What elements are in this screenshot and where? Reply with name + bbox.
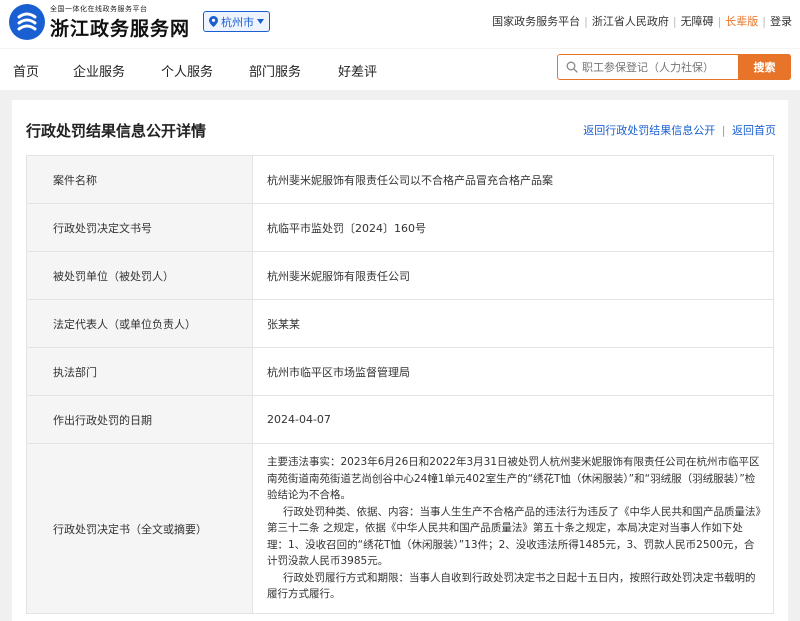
- field-label: 行政处罚决定书（全文或摘要）: [26, 443, 253, 614]
- field-label: 被处罚单位（被处罚人）: [26, 251, 253, 300]
- divider: |: [721, 124, 726, 137]
- login-link[interactable]: 登录: [770, 13, 792, 29]
- table-row: 执法部门 杭州市临平区市场监督管理局: [26, 347, 774, 396]
- nav-enterprise-services[interactable]: 企业服务: [73, 61, 125, 80]
- table-row: 作出行政处罚的日期 2024-04-07: [26, 395, 774, 444]
- city-selector[interactable]: 杭州市: [203, 11, 270, 32]
- field-label: 行政处罚决定文书号: [26, 203, 253, 252]
- field-value: 杭州市临平区市场监督管理局: [252, 347, 774, 396]
- divider: |: [672, 14, 677, 28]
- field-value: 2024-04-07: [252, 395, 774, 444]
- divider: |: [717, 14, 722, 28]
- link-elder-mode[interactable]: 长辈版: [725, 13, 758, 29]
- search-input[interactable]: [582, 58, 732, 76]
- city-label: 杭州市: [221, 15, 254, 29]
- decision-paragraph: 主要违法事实：2023年6月26日和2022年3月31日被处罚人杭州斐米妮服饰有…: [267, 456, 760, 502]
- page-title: 行政处罚结果信息公开详情: [26, 122, 207, 140]
- decision-paragraph: 行政处罚种类、依据、内容：当事人生生产不合格产品的违法行为违反了《中华人民共和国…: [267, 505, 761, 568]
- table-row: 行政处罚决定书（全文或摘要） 主要违法事实：2023年6月26日和2022年3月…: [26, 443, 774, 614]
- caret-down-icon: [257, 19, 264, 24]
- detail-table: 案件名称 杭州斐米妮服饰有限责任公司以不合格产品冒充合格产品案 行政处罚决定文书…: [26, 155, 774, 614]
- link-national-platform[interactable]: 国家政务服务平台: [492, 13, 580, 29]
- field-label: 法定代表人（或单位负责人）: [26, 299, 253, 348]
- back-to-list-link[interactable]: 返回行政处罚结果信息公开: [583, 124, 715, 137]
- table-row: 被处罚单位（被处罚人） 杭州斐米妮服饰有限责任公司: [26, 251, 774, 300]
- search-bar: 搜索: [557, 54, 791, 80]
- top-header: 全国一体化在线政务服务平台 浙江政务服务网 杭州市 国家政务服务平台 | 浙江省…: [0, 0, 800, 48]
- site-title[interactable]: 浙江政务服务网: [50, 14, 190, 41]
- nav-department-services[interactable]: 部门服务: [249, 61, 301, 80]
- decision-paragraph: 行政处罚履行方式和期限：当事人自收到行政处罚决定书之日起十五日内，按照行政处罚决…: [267, 571, 756, 601]
- nav-personal-services[interactable]: 个人服务: [161, 61, 213, 80]
- field-value: 张某某: [252, 299, 774, 348]
- field-label: 作出行政处罚的日期: [26, 395, 253, 444]
- field-value: 杭州斐米妮服饰有限责任公司: [252, 251, 774, 300]
- back-home-link[interactable]: 返回首页: [732, 124, 776, 137]
- panel-links: 返回行政处罚结果信息公开 | 返回首页: [583, 122, 776, 138]
- field-value: 杭临平市监处罚〔2024〕160号: [252, 203, 774, 252]
- logo-subtitle: 全国一体化在线政务服务平台: [50, 5, 148, 13]
- field-label: 执法部门: [26, 347, 253, 396]
- logo-icon[interactable]: [9, 4, 45, 40]
- divider: |: [762, 14, 766, 28]
- nav-home[interactable]: 首页: [13, 61, 39, 80]
- link-accessibility[interactable]: 无障碍: [681, 13, 714, 29]
- field-value: 杭州斐米妮服饰有限责任公司以不合格产品冒充合格产品案: [252, 155, 774, 204]
- decision-text: 主要违法事实：2023年6月26日和2022年3月31日被处罚人杭州斐米妮服饰有…: [252, 443, 774, 614]
- table-row: 法定代表人（或单位负责人） 张某某: [26, 299, 774, 348]
- divider: |: [584, 14, 588, 28]
- link-province-government[interactable]: 浙江省人民政府: [592, 13, 669, 29]
- content-panel: 行政处罚结果信息公开详情 返回行政处罚结果信息公开 | 返回首页 案件名称 杭州…: [12, 100, 788, 621]
- search-button[interactable]: 搜索: [738, 54, 791, 80]
- table-row: 行政处罚决定文书号 杭临平市监处罚〔2024〕160号: [26, 203, 774, 252]
- location-pin-icon: [209, 16, 218, 27]
- field-label: 案件名称: [26, 155, 253, 204]
- top-links: 国家政务服务平台 | 浙江省人民政府 | 无障碍 | 长辈版 | 登录: [492, 13, 792, 29]
- table-row: 案件名称 杭州斐米妮服饰有限责任公司以不合格产品冒充合格产品案: [26, 155, 774, 204]
- nav-service-rating[interactable]: 好差评: [338, 61, 377, 80]
- search-icon: [566, 61, 578, 73]
